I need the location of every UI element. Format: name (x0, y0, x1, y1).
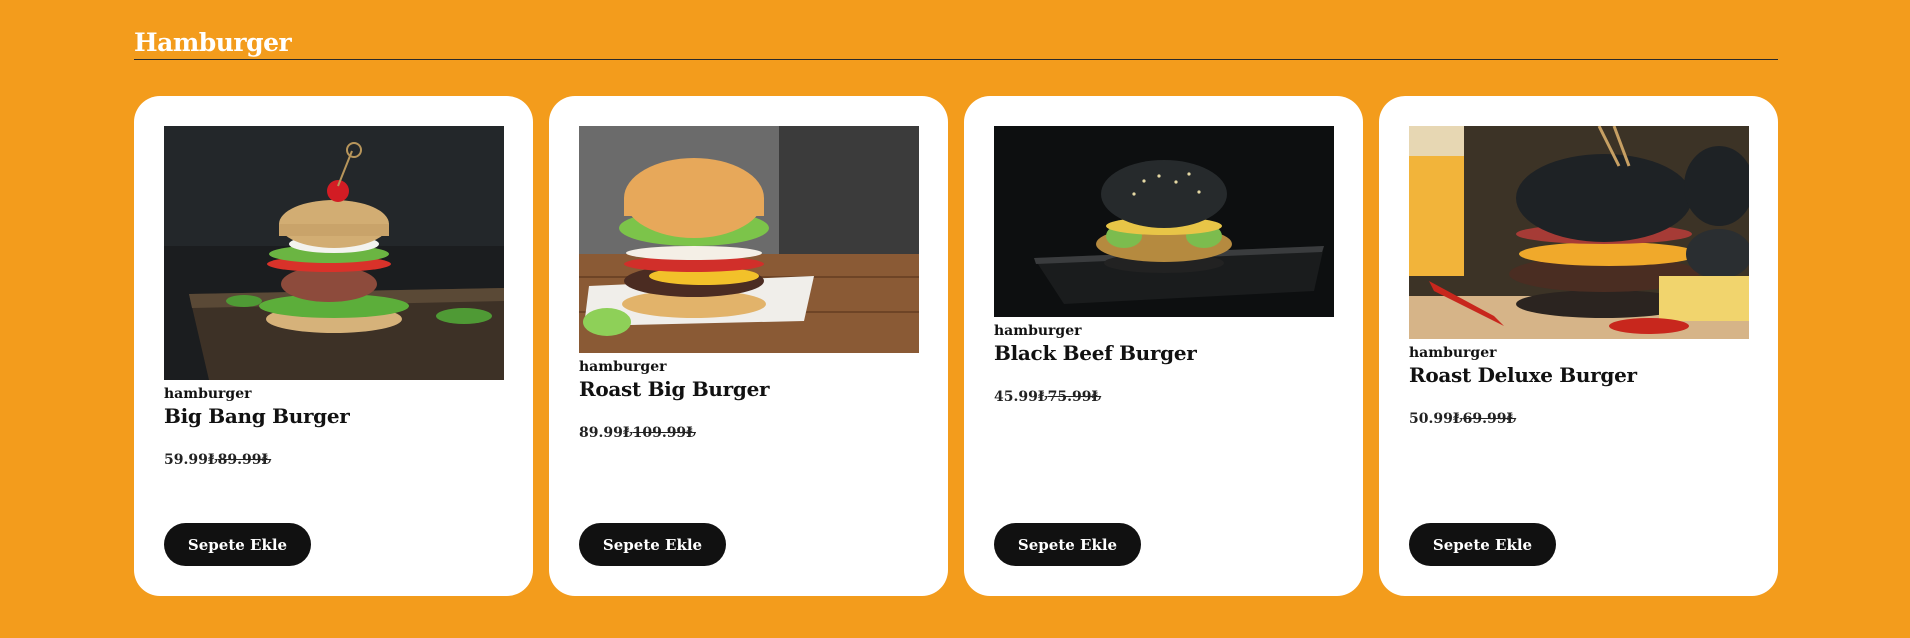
product-info: hamburger Black Beef Burger 45.99₺75.99₺ (994, 323, 1334, 405)
product-category: hamburger (1409, 345, 1497, 361)
add-to-cart-button[interactable]: Sepete Ekle (1409, 523, 1556, 566)
product-name[interactable]: Black Beef Burger (994, 341, 1334, 365)
current-price: 59.99₺ (164, 452, 218, 468)
add-to-cart-button[interactable]: Sepete Ekle (994, 523, 1141, 566)
product-image-roast-deluxe-burger[interactable] (1409, 126, 1749, 339)
product-card: hamburger Black Beef Burger 45.99₺75.99₺… (964, 96, 1363, 596)
product-category: hamburger (994, 323, 1082, 339)
product-info: hamburger Roast Big Burger 89.99₺109.99₺ (579, 359, 919, 441)
price-row: 89.99₺109.99₺ (579, 425, 919, 441)
product-name[interactable]: Roast Big Burger (579, 377, 919, 401)
product-image-roast-big-burger[interactable] (579, 126, 919, 353)
product-info: hamburger Roast Deluxe Burger 50.99₺69.9… (1409, 345, 1749, 427)
old-price: 89.99₺ (217, 452, 272, 468)
old-price: 75.99₺ (1047, 389, 1102, 405)
current-price: 45.99₺ (994, 389, 1048, 405)
add-to-cart-button[interactable]: Sepete Ekle (579, 523, 726, 566)
add-to-cart-button[interactable]: Sepete Ekle (164, 523, 311, 566)
price-row: 50.99₺69.99₺ (1409, 411, 1749, 427)
product-name[interactable]: Big Bang Burger (164, 404, 504, 428)
old-price: 69.99₺ (1462, 411, 1517, 427)
old-price: 109.99₺ (632, 425, 696, 441)
product-name[interactable]: Roast Deluxe Burger (1409, 363, 1749, 387)
current-price: 50.99₺ (1409, 411, 1463, 427)
product-card: hamburger Roast Big Burger 89.99₺109.99₺… (549, 96, 948, 596)
product-image-black-beef-burger[interactable] (994, 126, 1334, 317)
section-title: Hamburger (134, 28, 292, 57)
price-row: 45.99₺75.99₺ (994, 389, 1334, 405)
product-image-big-bang-burger[interactable] (164, 126, 504, 380)
product-card: hamburger Roast Deluxe Burger 50.99₺69.9… (1379, 96, 1778, 596)
section-divider (134, 59, 1778, 60)
price-row: 59.99₺89.99₺ (164, 452, 504, 468)
current-price: 89.99₺ (579, 425, 633, 441)
product-grid: hamburger Big Bang Burger 59.99₺89.99₺ S… (134, 96, 1778, 596)
product-category: hamburger (164, 386, 252, 402)
product-card: hamburger Big Bang Burger 59.99₺89.99₺ S… (134, 96, 533, 596)
product-info: hamburger Big Bang Burger 59.99₺89.99₺ (164, 386, 504, 468)
product-category: hamburger (579, 359, 667, 375)
